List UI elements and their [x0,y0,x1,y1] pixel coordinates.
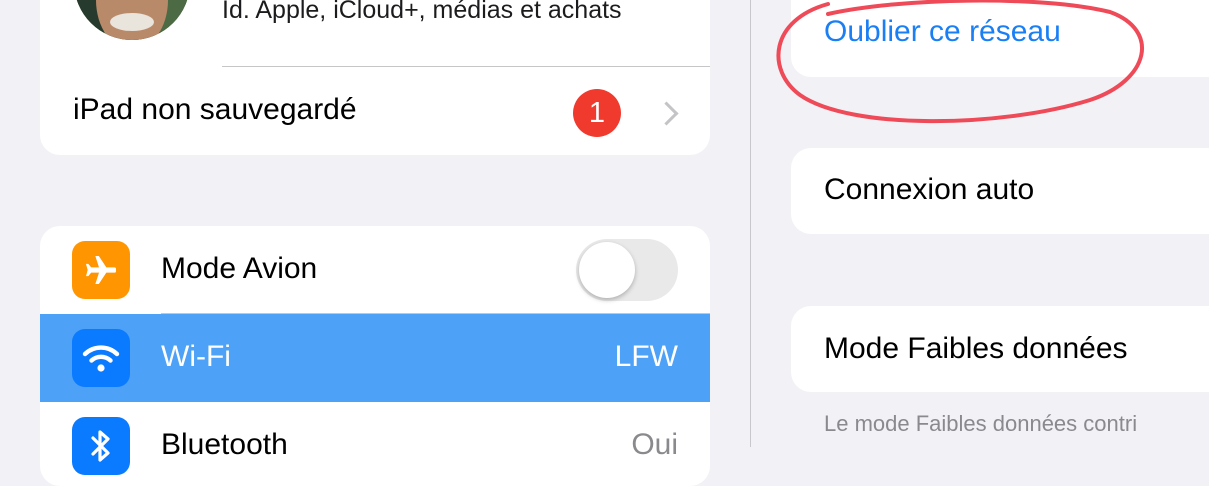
backup-badge: 1 [573,89,621,137]
auto-join-card: Connexion auto [791,148,1209,234]
row-bluetooth[interactable]: Bluetooth Oui [40,402,710,486]
row-airplane-mode[interactable]: Mode Avion [40,226,710,314]
row-wifi[interactable]: Wi-Fi LFW [40,314,710,402]
auto-join-label[interactable]: Connexion auto [824,173,1034,207]
separator [222,66,710,67]
low-data-mode-label[interactable]: Mode Faibles données [824,332,1128,366]
low-data-footnote: Le mode Faibles données contri [824,411,1138,436]
bluetooth-value: Oui [631,428,678,461]
low-data-card: Mode Faibles données [791,306,1209,392]
toggle-knob [579,242,635,298]
account-subtitle: Id. Apple, iCloud+, médias et achats [222,0,622,24]
bluetooth-icon [72,417,130,475]
airplane-mode-label: Mode Avion [161,252,318,285]
airplane-mode-toggle[interactable] [576,239,678,301]
chevron-right-icon [654,101,679,126]
settings-sidebar: iPad non sauvegardé 1 Id. Apple, iCloud+… [0,0,750,486]
wifi-icon [72,329,130,387]
airplane-icon [72,241,130,299]
settings-group: Mode Avion Wi-Fi LFW Bluetooth Oui [40,226,710,486]
wifi-network-value: LFW [614,340,678,373]
backup-warning-label: iPad non sauvegardé [73,93,357,126]
forget-network-button[interactable]: Oublier ce réseau [824,15,1061,49]
forget-network-card: Oublier ce réseau [791,0,1209,77]
network-detail-pane: Oublier ce réseau Connexion auto Mode Fa… [751,0,1209,447]
bluetooth-label: Bluetooth [161,428,288,461]
wifi-label: Wi-Fi [161,340,231,373]
